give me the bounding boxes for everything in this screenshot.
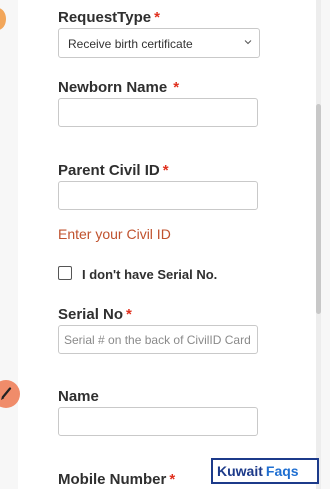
newborn-name-input[interactable]	[58, 98, 258, 127]
serial-no-input[interactable]: Serial # on the back of CivilID Card	[58, 325, 258, 354]
newborn-name-label: Newborn Name *	[58, 79, 179, 96]
no-serial-checkbox[interactable]	[58, 266, 72, 280]
no-serial-label: I don't have Serial No.	[82, 267, 218, 282]
request-type-select[interactable]: Receive birth certificate	[58, 28, 260, 58]
pencil-icon	[1, 387, 12, 400]
page: RequestType * Receive birth certificate N…	[0, 0, 330, 489]
floating-marker	[0, 8, 6, 30]
required-marker: *	[126, 306, 132, 323]
edit-button[interactable]	[0, 380, 20, 408]
watermark-logo: Kuwait Faqs	[211, 458, 319, 484]
name-label: Name	[58, 388, 99, 405]
civil-id-hint: Enter your Civil ID	[58, 226, 171, 242]
required-marker: *	[162, 162, 169, 179]
watermark-text-faqs: Faqs	[265, 463, 299, 479]
chevron-down-icon	[244, 40, 252, 45]
required-marker: *	[173, 79, 180, 96]
serial-no-placeholder: Serial # on the back of CivilID Card	[64, 333, 251, 347]
newborn-name-label-text: Newborn Name	[58, 79, 168, 96]
name-label-text: Name	[58, 388, 99, 405]
name-input[interactable]	[58, 407, 258, 436]
serial-no-label: Serial No *	[58, 306, 132, 323]
parent-civil-id-label: Parent Civil ID *	[58, 162, 169, 179]
mobile-number-label-text: Mobile Number	[58, 471, 167, 488]
request-type-label: RequestType *	[58, 9, 160, 26]
scrollbar-thumb[interactable]	[316, 104, 321, 314]
parent-civil-id-label-text: Parent Civil ID	[58, 162, 160, 179]
watermark-text-kuwait: Kuwait	[217, 463, 263, 479]
serial-no-label-text: Serial No	[58, 306, 124, 323]
parent-civil-id-input[interactable]	[58, 181, 258, 210]
required-marker: *	[169, 471, 176, 488]
required-marker: *	[154, 9, 160, 26]
request-type-label-text: RequestType	[58, 9, 152, 26]
mobile-number-label: Mobile Number *	[58, 471, 175, 488]
request-type-value: Receive birth certificate	[68, 37, 193, 51]
